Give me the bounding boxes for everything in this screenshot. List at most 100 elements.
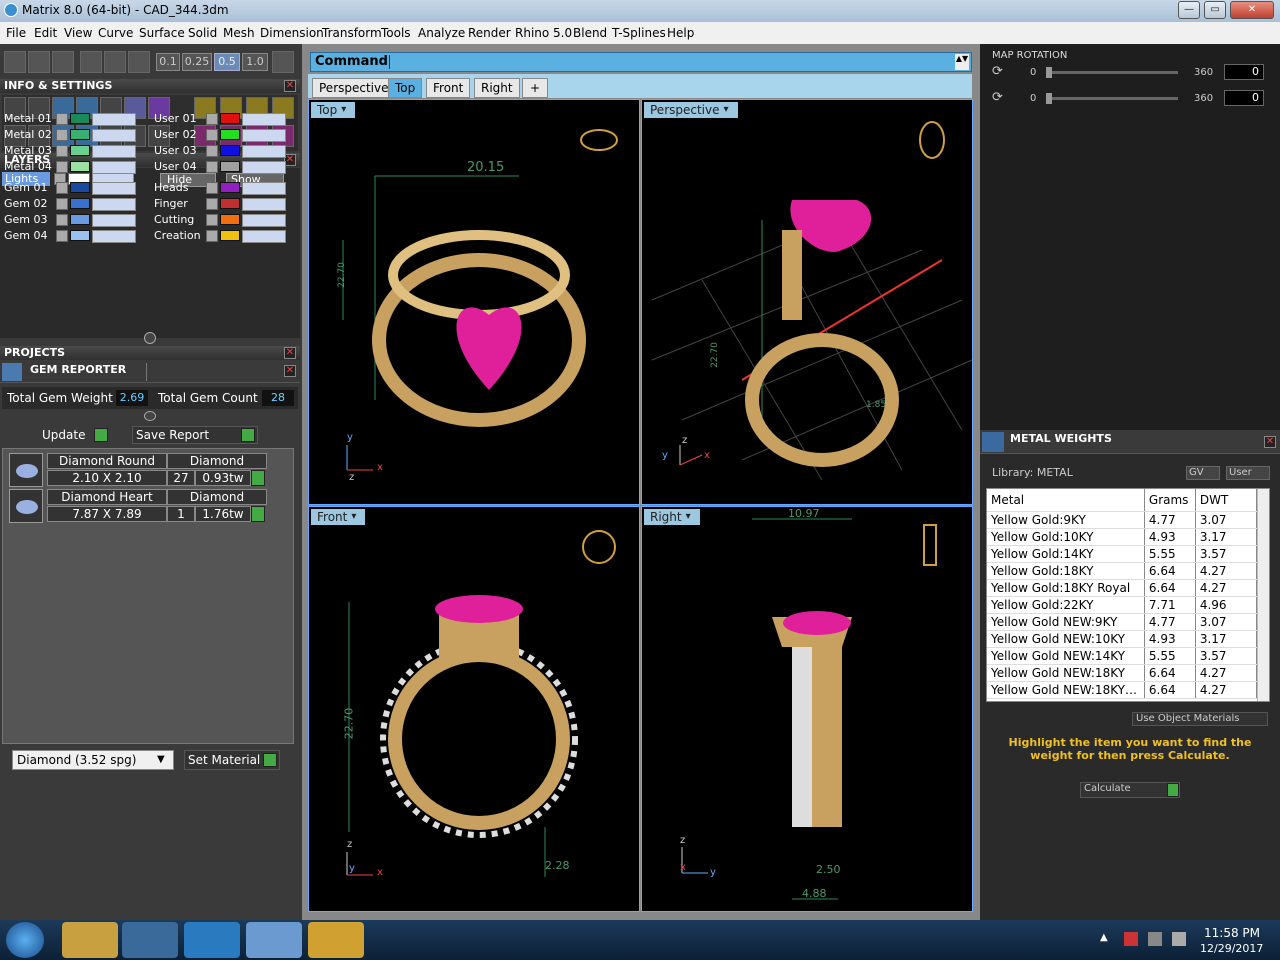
layer-row[interactable]: Metal 04	[2, 159, 148, 174]
menu-surface[interactable]: Surface	[139, 26, 185, 40]
layer-row[interactable]: Gem 03	[2, 212, 148, 227]
table-row[interactable]: Yellow Gold NEW:10KY 4.93 3.17	[987, 630, 1258, 648]
layer-color-swatch[interactable]	[220, 214, 240, 225]
pen-icon[interactable]	[52, 51, 74, 73]
layer-row[interactable]: Heads	[152, 180, 298, 195]
viewport-right[interactable]: Right 10.97 2.50 4.88 z y x	[641, 506, 973, 912]
menu-analyze[interactable]: Analyze	[418, 26, 465, 40]
layer-row[interactable]: User 03	[152, 143, 298, 158]
table-row[interactable]: Yellow Gold:14KY 5.55 3.57	[987, 545, 1258, 563]
layer-controls[interactable]	[242, 161, 286, 174]
collapse-handle-icon[interactable]	[144, 332, 156, 344]
clock-date[interactable]: 12/29/2017	[1200, 942, 1263, 955]
close-icon[interactable]: ✕	[1264, 436, 1276, 448]
tab-perspective[interactable]: Perspective	[312, 78, 396, 98]
grid-icon[interactable]	[4, 51, 26, 73]
layer-row[interactable]: User 02	[152, 127, 298, 142]
crosshair-icon[interactable]	[272, 51, 294, 73]
table-row[interactable]: Yellow Gold:22KY 7.71 4.96	[987, 596, 1258, 614]
layer-controls[interactable]	[242, 182, 286, 195]
layer-row[interactable]: User 04	[152, 159, 298, 174]
snap-value-3[interactable]: 1.0	[242, 53, 268, 71]
column-header-dwt[interactable]: DWT	[1195, 489, 1258, 512]
minimize-button[interactable]: —	[1178, 1, 1200, 19]
layer-color-swatch[interactable]	[220, 198, 240, 209]
column-header-grams[interactable]: Grams	[1144, 489, 1196, 512]
menu-mesh[interactable]: Mesh	[223, 26, 255, 40]
gem-row[interactable]: Diamond Round Diamond 2.10 X 2.10 27 0.93tw	[9, 453, 269, 487]
table-row[interactable]: Yellow Gold:10KY 4.93 3.17	[987, 528, 1258, 546]
menu-help[interactable]: Help	[667, 26, 694, 40]
layer-color-swatch[interactable]	[220, 129, 240, 140]
snap-value-1[interactable]: 0.25	[182, 53, 212, 71]
layer-row[interactable]: Cutting	[152, 212, 298, 227]
tab-front[interactable]: Front	[426, 78, 471, 98]
layer-row[interactable]: Gem 04	[2, 228, 148, 243]
close-icon[interactable]: ✕	[284, 365, 296, 377]
menu-transform[interactable]: Transform	[322, 26, 382, 40]
set-material-button[interactable]: Set Material	[184, 750, 280, 770]
rotation-slider[interactable]	[1046, 93, 1178, 104]
layer-color-swatch[interactable]	[70, 129, 90, 140]
layer-controls[interactable]	[92, 113, 136, 126]
command-input[interactable]	[389, 55, 951, 69]
layer-row[interactable]: Metal 01	[2, 111, 148, 126]
layer-controls[interactable]	[92, 129, 136, 142]
table-row[interactable]: Yellow Gold:18KY 6.64 4.27	[987, 562, 1258, 580]
layer-row[interactable]: Gem 02	[2, 196, 148, 211]
layer-controls[interactable]	[92, 145, 136, 158]
layer-controls[interactable]	[92, 198, 136, 211]
viewport-front[interactable]: Front 22.70 2.28 z x y	[308, 506, 640, 912]
menu-tools[interactable]: Tools	[381, 26, 411, 40]
material-select[interactable]: Diamond (3.52 spg) ▼	[12, 750, 174, 770]
rotation-slider[interactable]	[1046, 67, 1178, 78]
table-row[interactable]: Yellow Gold NEW:18KY… 6.64 4.27	[987, 681, 1258, 699]
expand-icon[interactable]	[56, 214, 68, 226]
expand-icon[interactable]	[56, 198, 68, 210]
expand-icon[interactable]	[206, 129, 218, 141]
close-icon[interactable]: ✕	[284, 80, 296, 92]
layer-controls[interactable]	[242, 214, 286, 227]
layer-color-swatch[interactable]	[70, 230, 90, 241]
explorer-icon[interactable]	[62, 922, 118, 958]
layer-controls[interactable]	[242, 198, 286, 211]
tab-top[interactable]: Top	[388, 78, 423, 98]
layer-color-swatch[interactable]	[70, 161, 90, 172]
expand-icon[interactable]	[206, 198, 218, 210]
layer-color-swatch[interactable]	[70, 182, 90, 193]
layer-row[interactable]: Metal 02	[2, 127, 148, 142]
snap-value-0[interactable]: 0.1	[156, 53, 180, 71]
menu-tsplines[interactable]: T-Splines	[612, 26, 666, 40]
snap-value-2[interactable]: 0.5	[214, 53, 240, 71]
layer-controls[interactable]	[242, 129, 286, 142]
cube-icon[interactable]	[28, 51, 50, 73]
play-icon[interactable]	[251, 470, 265, 486]
layer-color-swatch[interactable]	[70, 145, 90, 156]
maximize-button[interactable]: ▭	[1204, 1, 1226, 19]
rotation-value-input[interactable]: 0	[1224, 64, 1264, 80]
layer-color-swatch[interactable]	[220, 145, 240, 156]
viewport-top[interactable]: Top 20.15 22.70 y x z	[308, 99, 640, 505]
layer-row[interactable]: Gem 01	[2, 180, 148, 195]
table-row[interactable]: Yellow Gold:18KY Royal 6.64 4.27	[987, 579, 1258, 597]
expand-icon[interactable]	[206, 214, 218, 226]
table-row[interactable]: Yellow Gold NEW:18KY 6.64 4.27	[987, 664, 1258, 682]
volume-icon[interactable]	[1172, 932, 1186, 946]
layer-controls[interactable]	[92, 161, 136, 174]
expand-icon[interactable]	[56, 230, 68, 242]
expand-icon[interactable]	[206, 161, 218, 173]
layer-color-swatch[interactable]	[70, 198, 90, 209]
layer-color-swatch[interactable]	[220, 113, 240, 124]
menu-dimension[interactable]: Dimension	[260, 26, 324, 40]
layer-controls[interactable]	[92, 230, 136, 243]
flag-icon[interactable]	[1124, 932, 1138, 946]
layer-controls[interactable]	[242, 145, 286, 158]
viewport-perspective[interactable]: Perspective 22.70 1.85 y x z	[641, 99, 973, 505]
close-button[interactable]: ✕	[1230, 1, 1274, 19]
update-button[interactable]: Update	[42, 426, 112, 444]
save-report-button[interactable]: Save Report	[132, 426, 258, 444]
expand-icon[interactable]	[206, 145, 218, 157]
expand-icon[interactable]	[56, 129, 68, 141]
layer-row[interactable]: Finger	[152, 196, 298, 211]
calculate-button[interactable]: Calculate	[1080, 782, 1180, 798]
